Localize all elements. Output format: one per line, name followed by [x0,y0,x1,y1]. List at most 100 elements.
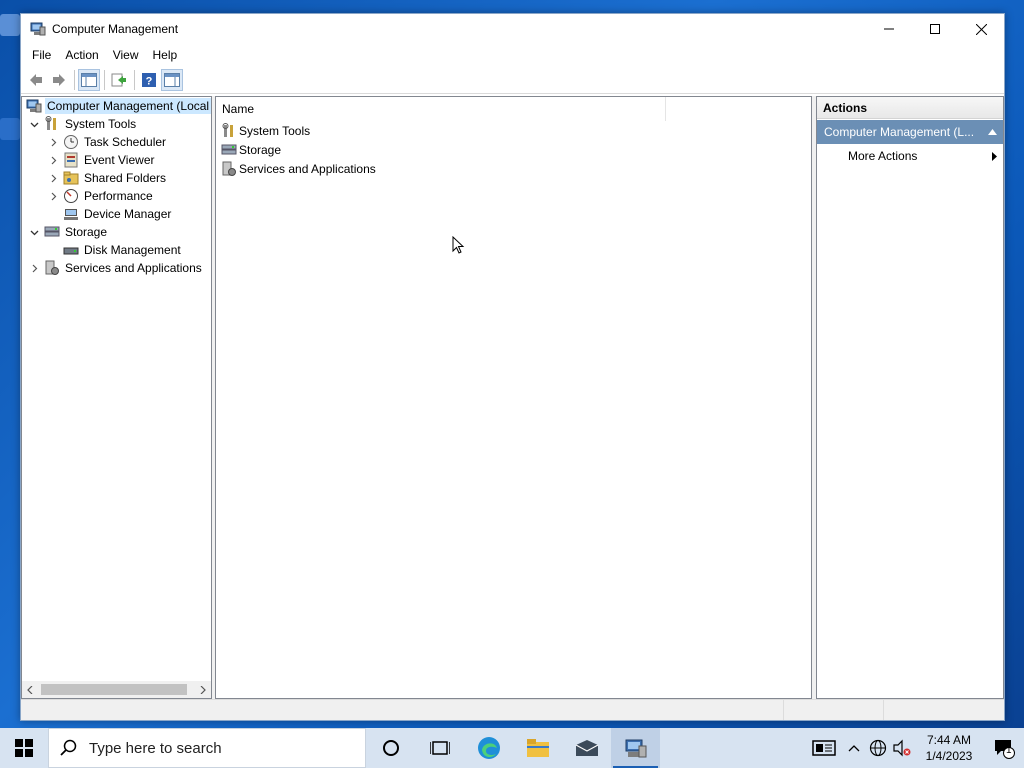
clock-icon [63,134,79,150]
menu-view[interactable]: View [106,44,146,66]
task-view-button[interactable] [415,728,464,768]
chevron-right-icon[interactable] [47,133,59,151]
actions-header: Actions [817,97,1003,119]
scroll-thumb[interactable] [41,684,187,695]
status-segment [784,700,884,720]
chevron-right-icon[interactable] [47,187,59,205]
storage-icon [44,224,60,240]
file-explorer-button[interactable] [513,728,562,768]
tree-item-computer-management-root[interactable]: Computer Management (Local [22,97,211,115]
menu-action[interactable]: Action [58,44,105,66]
action-more-actions[interactable]: More Actions [817,144,1003,168]
taskbar-search-box[interactable]: Type here to search [48,728,366,768]
tree-item-label: Services and Applications [65,261,202,275]
desktop-icon-recycle-bin[interactable] [0,14,22,38]
collapse-up-icon[interactable] [985,120,999,144]
mail-button[interactable] [562,728,611,768]
search-icon [49,739,89,757]
tree-item-label: Device Manager [84,207,172,221]
actions-group-label: Computer Management (L... [824,125,975,139]
chevron-down-icon[interactable] [28,223,40,241]
tree-item-event-viewer[interactable]: Event Viewer [22,151,211,169]
back-button[interactable] [25,69,47,91]
scroll-track[interactable] [39,681,194,698]
tree-item-task-scheduler[interactable]: Task Scheduler [22,133,211,151]
forward-arrow-icon [53,73,65,86]
chevron-down-icon[interactable] [28,115,40,133]
tree-item-performance[interactable]: Performance [22,187,211,205]
actions-group-computer-management[interactable]: Computer Management (L... [817,120,1003,144]
chevron-right-icon[interactable] [28,259,40,277]
minimize-button[interactable] [866,14,912,44]
list-item-storage[interactable]: Storage [216,140,811,159]
show-hide-action-pane-button[interactable] [161,68,183,91]
tree-item-device-manager[interactable]: Device Manager [22,205,211,223]
show-hide-console-tree-button[interactable] [78,68,100,91]
show-hidden-icons-button[interactable] [842,728,866,768]
tree-item-disk-management[interactable]: Disk Management [22,241,211,259]
computer-management-window: Computer Management File Action View Hel… [20,13,1005,721]
news-icon [812,740,836,756]
network-button[interactable] [866,728,890,768]
clock-time: 7:44 AM [926,733,972,747]
chevron-up-icon [848,745,860,752]
windows-logo-icon [15,739,33,757]
content-area: Computer Management (Local System Tools … [21,96,1004,699]
chevron-right-icon [200,685,206,694]
computer-management-icon [26,98,42,114]
close-button[interactable] [958,14,1004,44]
list-item-services-and-applications[interactable]: Services and Applications [216,159,811,178]
scroll-left-button[interactable] [22,681,39,698]
forward-button[interactable] [48,69,70,91]
start-button[interactable] [0,728,48,768]
column-header-name[interactable]: Name [216,97,666,121]
tree-horizontal-scrollbar[interactable] [22,681,211,698]
column-header-empty [666,97,811,121]
scroll-right-button[interactable] [194,681,211,698]
volume-button[interactable] [890,728,914,768]
tools-icon [44,116,60,132]
cortana-icon [382,740,399,756]
search-placeholder: Type here to search [89,739,222,757]
system-tray: 7:44 AM 1/4/2023 1 [806,728,1024,768]
tree-item-system-tools[interactable]: System Tools [22,115,211,133]
submenu-arrow-icon [992,144,997,168]
list-item-system-tools[interactable]: System Tools [216,121,811,140]
tree-item-label: Storage [65,225,108,239]
help-button[interactable]: ? [138,69,160,91]
tree-item-label: Disk Management [84,243,181,257]
list-item-label: Services and Applications [239,161,376,176]
action-center-button[interactable]: 1 [984,728,1024,768]
chevron-left-icon [27,685,33,694]
maximize-button[interactable] [912,14,958,44]
device-manager-icon [63,206,79,222]
status-segment [21,700,784,720]
cortana-button[interactable] [366,728,415,768]
tree-item-label: Event Viewer [84,153,155,167]
export-list-button[interactable] [108,69,130,91]
tree-item-label: Computer Management (Local [45,98,211,114]
chevron-right-icon[interactable] [47,151,59,169]
task-view-icon [429,741,450,755]
menu-bar: File Action View Help [21,44,1004,66]
computer-management-app-icon [30,21,46,37]
computer-management-taskbar-button[interactable] [611,728,660,768]
news-and-interests-button[interactable] [806,728,842,768]
menu-file[interactable]: File [25,44,58,66]
menu-help[interactable]: Help [146,44,185,66]
tree-item-services-and-applications[interactable]: Services and Applications [22,259,211,277]
window-title: Computer Management [52,22,179,36]
mail-icon [575,740,598,756]
storage-icon [221,142,237,158]
desktop-icon-edge[interactable] [0,118,22,142]
shared-folder-icon [63,170,79,186]
toolbar-separator [104,69,105,90]
taskbar-clock[interactable]: 7:44 AM 1/4/2023 [914,732,984,764]
tree-item-label: Performance [84,189,153,203]
edge-browser-button[interactable] [464,728,513,768]
performance-icon [63,188,79,204]
chevron-right-icon[interactable] [47,169,59,187]
tree-item-storage[interactable]: Storage [22,223,211,241]
tree-item-shared-folders[interactable]: Shared Folders [22,169,211,187]
